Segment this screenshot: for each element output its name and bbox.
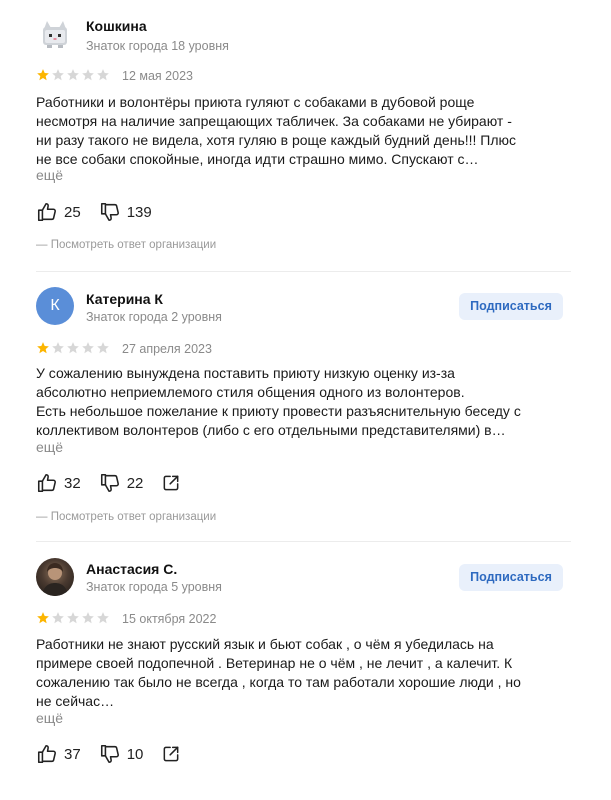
dislike-count: 10 (126, 745, 144, 763)
reviewer-rank: Знаток города 2 уровня (86, 310, 222, 324)
cat-avatar-icon (43, 21, 67, 48)
star-filled-icon (37, 612, 49, 624)
thumbs-down-icon (100, 202, 119, 222)
review-text: Работники и волонтёры приюта гуляют с со… (36, 94, 517, 167)
thumbs-down-icon (100, 473, 119, 493)
thumbs-up-icon (37, 202, 56, 222)
subscribe-button[interactable]: Подписаться (459, 293, 563, 320)
star-empty-icon (67, 612, 79, 624)
read-more-link[interactable]: ещё (36, 439, 63, 455)
reviewer-name[interactable]: Катерина К (86, 291, 163, 307)
org-reply-link[interactable]: — Посмотреть ответ организации (36, 239, 216, 251)
star-empty-icon (97, 342, 109, 354)
like-button[interactable]: 37 (36, 743, 81, 765)
like-count: 25 (64, 203, 81, 221)
avatar[interactable] (36, 558, 74, 596)
share-button[interactable] (161, 473, 181, 493)
review-actions: 37 10 (36, 742, 199, 766)
dislike-count: 139 (126, 203, 152, 221)
like-button[interactable]: 25 (36, 201, 81, 223)
share-button[interactable] (161, 744, 181, 764)
review-date: 12 мая 2023 (122, 69, 193, 83)
divider (36, 271, 571, 272)
rating-stars (36, 341, 110, 355)
dislike-button[interactable]: 139 (99, 201, 152, 223)
reviewer-name[interactable]: Кошкина (86, 18, 147, 34)
star-empty-icon (97, 69, 109, 81)
thumbs-up-icon (37, 473, 56, 493)
avatar[interactable]: К (36, 287, 74, 325)
star-filled-icon (37, 69, 49, 81)
star-empty-icon (52, 612, 64, 624)
star-empty-icon (67, 69, 79, 81)
star-empty-icon (82, 612, 94, 624)
review-text: Работники не знают русский язык и бьют с… (36, 636, 521, 709)
review-text: У сожалению вынуждена поставить приюту н… (36, 365, 521, 438)
dislike-button[interactable]: 10 (99, 743, 144, 765)
reviewer-rank: Знаток города 5 уровня (86, 580, 222, 594)
review-actions: 25 139 (36, 200, 170, 224)
review-date: 27 апреля 2023 (122, 342, 212, 356)
user-photo (42, 563, 68, 596)
star-empty-icon (52, 342, 64, 354)
read-more-link[interactable]: ещё (36, 710, 63, 726)
review-date: 15 октября 2022 (122, 612, 217, 626)
like-button[interactable]: 32 (36, 472, 81, 494)
like-count: 37 (64, 745, 81, 763)
dislike-button[interactable]: 22 (99, 472, 144, 494)
star-empty-icon (97, 612, 109, 624)
reviewer-name[interactable]: Анастасия С. (86, 561, 177, 577)
divider (36, 541, 571, 542)
rating-stars (36, 68, 110, 82)
share-icon (163, 475, 179, 491)
star-empty-icon (82, 342, 94, 354)
thumbs-up-icon (37, 744, 56, 764)
star-filled-icon (37, 342, 49, 354)
avatar[interactable] (36, 16, 74, 54)
star-empty-icon (82, 69, 94, 81)
share-icon (163, 746, 179, 762)
read-more-link[interactable]: ещё (36, 167, 63, 183)
org-reply-link[interactable]: — Посмотреть ответ организации (36, 511, 216, 523)
like-count: 32 (64, 474, 81, 492)
rating-stars (36, 611, 110, 625)
dislike-count: 22 (126, 474, 144, 492)
star-empty-icon (52, 69, 64, 81)
star-empty-icon (67, 342, 79, 354)
reviewer-rank: Знаток города 18 уровня (86, 39, 229, 53)
review-actions: 32 22 (36, 471, 199, 495)
thumbs-down-icon (100, 744, 119, 764)
subscribe-button[interactable]: Подписаться (459, 564, 563, 591)
